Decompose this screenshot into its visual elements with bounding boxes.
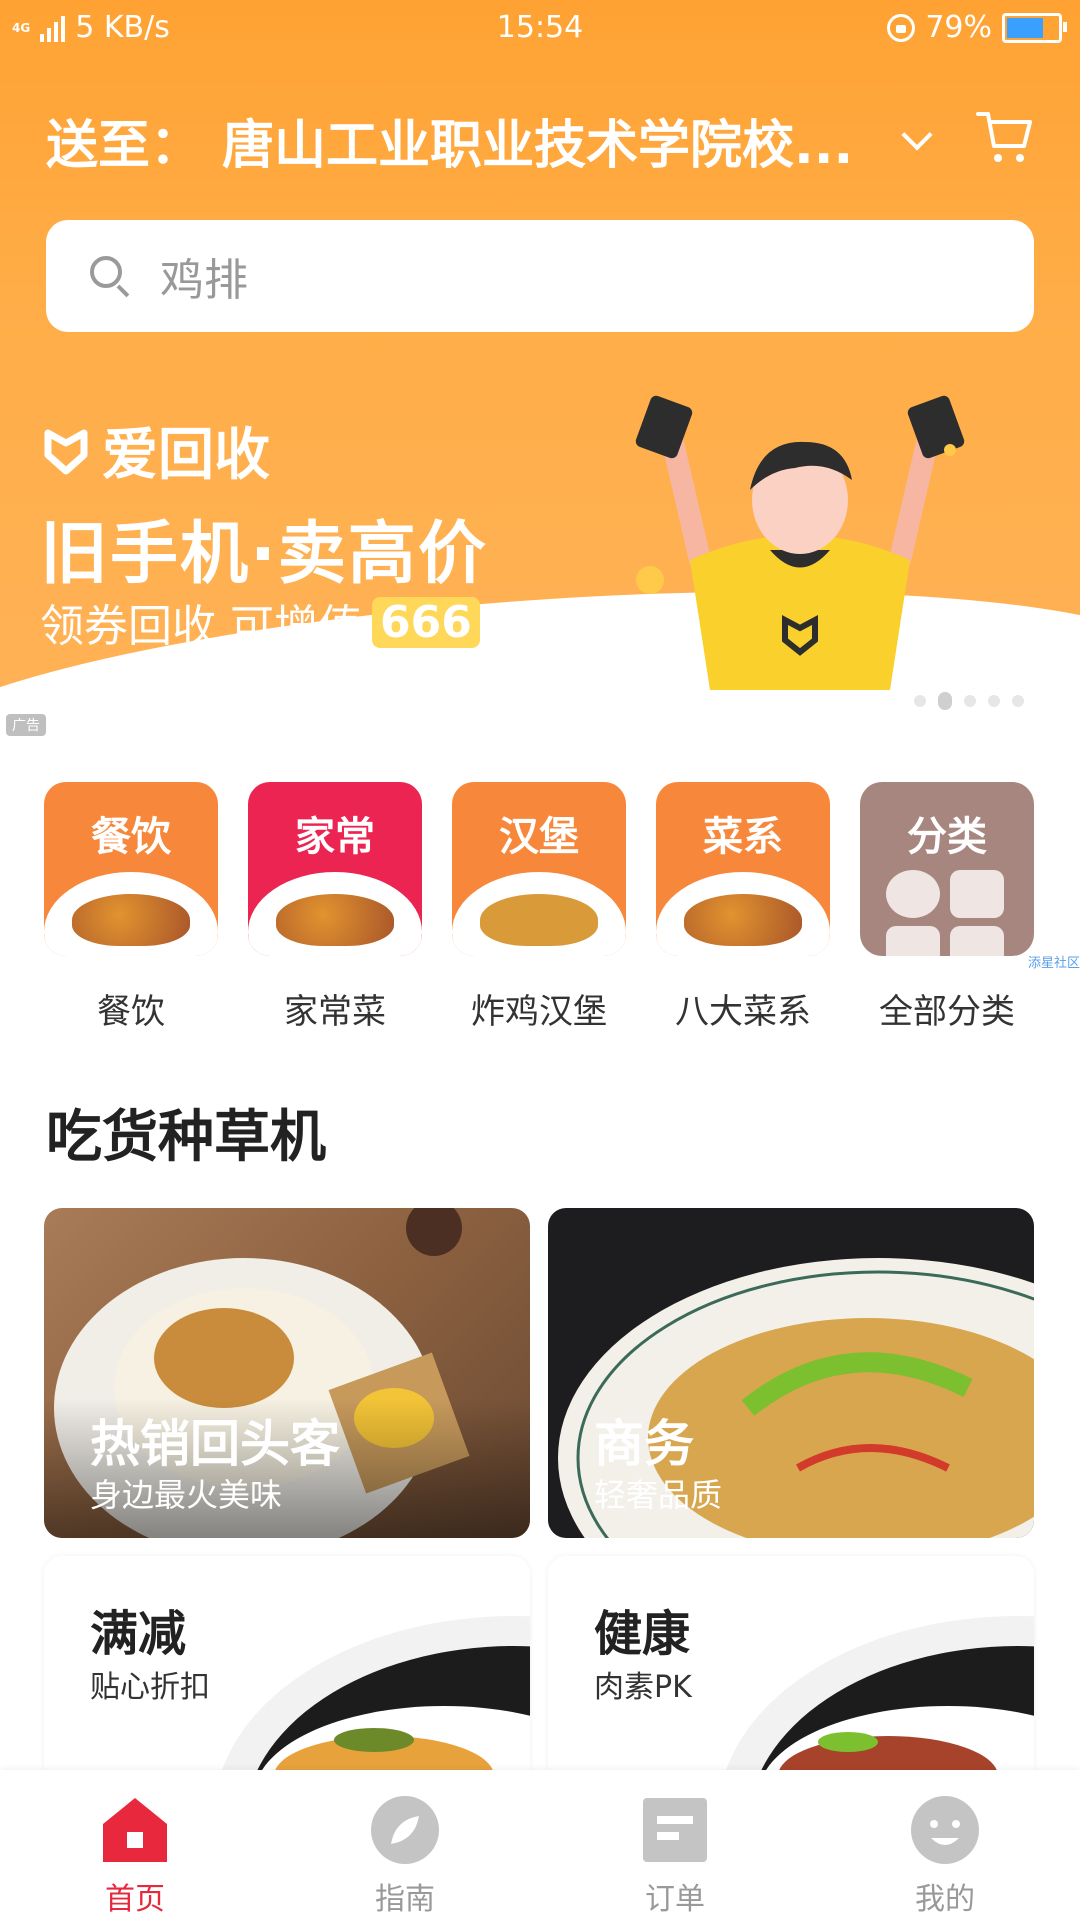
banner-pagination[interactable]	[914, 692, 1024, 710]
nav-profile[interactable]: 我的	[845, 1770, 1045, 1920]
tile-title: 商务	[594, 1415, 694, 1473]
banner-subline: 领券回收 可增值 666 元	[40, 590, 534, 654]
search-input[interactable]: 鸡排	[160, 244, 248, 308]
nav-guide[interactable]: 指南	[305, 1770, 505, 1920]
compass-icon	[371, 1796, 439, 1864]
banner-unit: 元	[489, 601, 534, 652]
category-card[interactable]: 分类	[860, 782, 1034, 956]
category-label: 炸鸡汉堡	[471, 992, 607, 1032]
category-item[interactable]: 家常 家常菜	[248, 782, 422, 1033]
category-card[interactable]: 汉堡	[452, 782, 626, 956]
delivery-address-row[interactable]: 送至： 唐山工业职业技术学院校...	[46, 100, 1036, 180]
banner-subline-text: 领券回收 可增值	[40, 601, 362, 652]
banner-amount: 666	[372, 596, 480, 648]
search-icon	[90, 256, 130, 296]
nav-label: 订单	[645, 1882, 705, 1917]
category-card-title: 家常	[295, 814, 375, 860]
category-row: 餐饮 餐饮 家常 家常菜 汉堡 炸鸡汉堡 菜系 八大菜系 分类 全部分类	[44, 782, 1034, 1033]
nav-label: 首页	[105, 1882, 165, 1917]
category-card[interactable]: 菜系	[656, 782, 830, 956]
tile-healthy[interactable]: 健康 肉素PK	[548, 1556, 1034, 1772]
section-title: 吃货种草机	[46, 1105, 326, 1170]
food-image	[276, 894, 394, 946]
home-icon	[103, 1798, 167, 1862]
tile-subtitle: 贴心折扣	[90, 1670, 210, 1705]
banner-brand[interactable]: 爱回收	[40, 410, 270, 491]
nav-orders[interactable]: 订单	[575, 1770, 775, 1920]
pagination-dot[interactable]	[938, 692, 952, 710]
pagination-dot[interactable]	[964, 695, 976, 707]
pagination-dot[interactable]	[988, 695, 1000, 707]
category-card-title: 菜系	[703, 814, 783, 860]
battery-percent: 79%	[925, 10, 992, 45]
category-item[interactable]: 菜系 八大菜系	[656, 782, 830, 1033]
pagination-dot[interactable]	[914, 695, 926, 707]
tile-subtitle: 轻奢品质	[594, 1476, 723, 1514]
heart-shield-icon	[44, 429, 88, 474]
category-label: 家常菜	[284, 992, 386, 1032]
category-card-title: 餐饮	[91, 814, 171, 860]
food-image	[72, 894, 190, 946]
battery-icon	[1002, 12, 1067, 43]
tile-subtitle: 身边最火美味	[90, 1476, 283, 1514]
tile-title: 健康	[594, 1606, 691, 1662]
grid-icon	[886, 870, 1008, 956]
category-card[interactable]: 餐饮	[44, 782, 218, 956]
profile-icon	[911, 1796, 979, 1864]
tile-title: 热销回头客	[90, 1415, 340, 1473]
category-item[interactable]: 餐饮 餐饮	[44, 782, 218, 1033]
watermark: 添星社区	[1028, 956, 1080, 971]
category-card-title: 汉堡	[499, 814, 579, 860]
tile-title: 满减	[90, 1606, 187, 1662]
nav-label: 指南	[375, 1882, 435, 1917]
bottom-nav: 首页 指南 订单 我的	[0, 1770, 1080, 1920]
food-image	[684, 894, 802, 946]
ad-tag: 广告	[6, 714, 46, 736]
category-card[interactable]: 家常	[248, 782, 422, 956]
category-item[interactable]: 汉堡 炸鸡汉堡	[452, 782, 626, 1033]
tile-discounts[interactable]: 满减 贴心折扣	[44, 1556, 530, 1772]
rotation-lock-icon	[887, 13, 916, 42]
category-label: 八大菜系	[675, 992, 811, 1032]
nav-home[interactable]: 首页	[35, 1770, 235, 1920]
nav-label: 我的	[915, 1882, 975, 1917]
tile-business[interactable]: 商务 轻奢品质	[548, 1208, 1034, 1538]
hero-banner-area: 4G 5 KB/s 15:54 79% 送至： 唐山工业职业技术学院校... 鸡…	[0, 0, 1080, 740]
category-label: 全部分类	[879, 992, 1015, 1032]
banner-brand-name: 爱回收	[102, 423, 270, 488]
pagination-dot[interactable]	[1012, 695, 1024, 707]
battery-fill	[1007, 17, 1044, 38]
tile-subtitle: 肉素PK	[594, 1670, 692, 1705]
category-card-title: 分类	[907, 814, 987, 860]
address-prefix: 送至：	[46, 115, 203, 176]
food-image	[480, 894, 598, 946]
category-label: 餐饮	[97, 992, 165, 1032]
tile-hot-sellers[interactable]: 热销回头客 身边最火美味	[44, 1208, 530, 1538]
status-bar: 4G 5 KB/s 15:54 79%	[0, 0, 1080, 54]
search-bar[interactable]: 鸡排	[46, 220, 1034, 332]
chevron-down-icon[interactable]	[901, 119, 933, 151]
order-icon	[643, 1798, 707, 1862]
delivery-address[interactable]: 唐山工业职业技术学院校...	[222, 103, 862, 178]
banner-illustration	[635, 395, 965, 690]
banner-headline: 旧手机·卖高价	[40, 515, 488, 594]
cart-icon[interactable]	[974, 106, 1036, 168]
category-item[interactable]: 分类 全部分类	[860, 782, 1034, 1033]
